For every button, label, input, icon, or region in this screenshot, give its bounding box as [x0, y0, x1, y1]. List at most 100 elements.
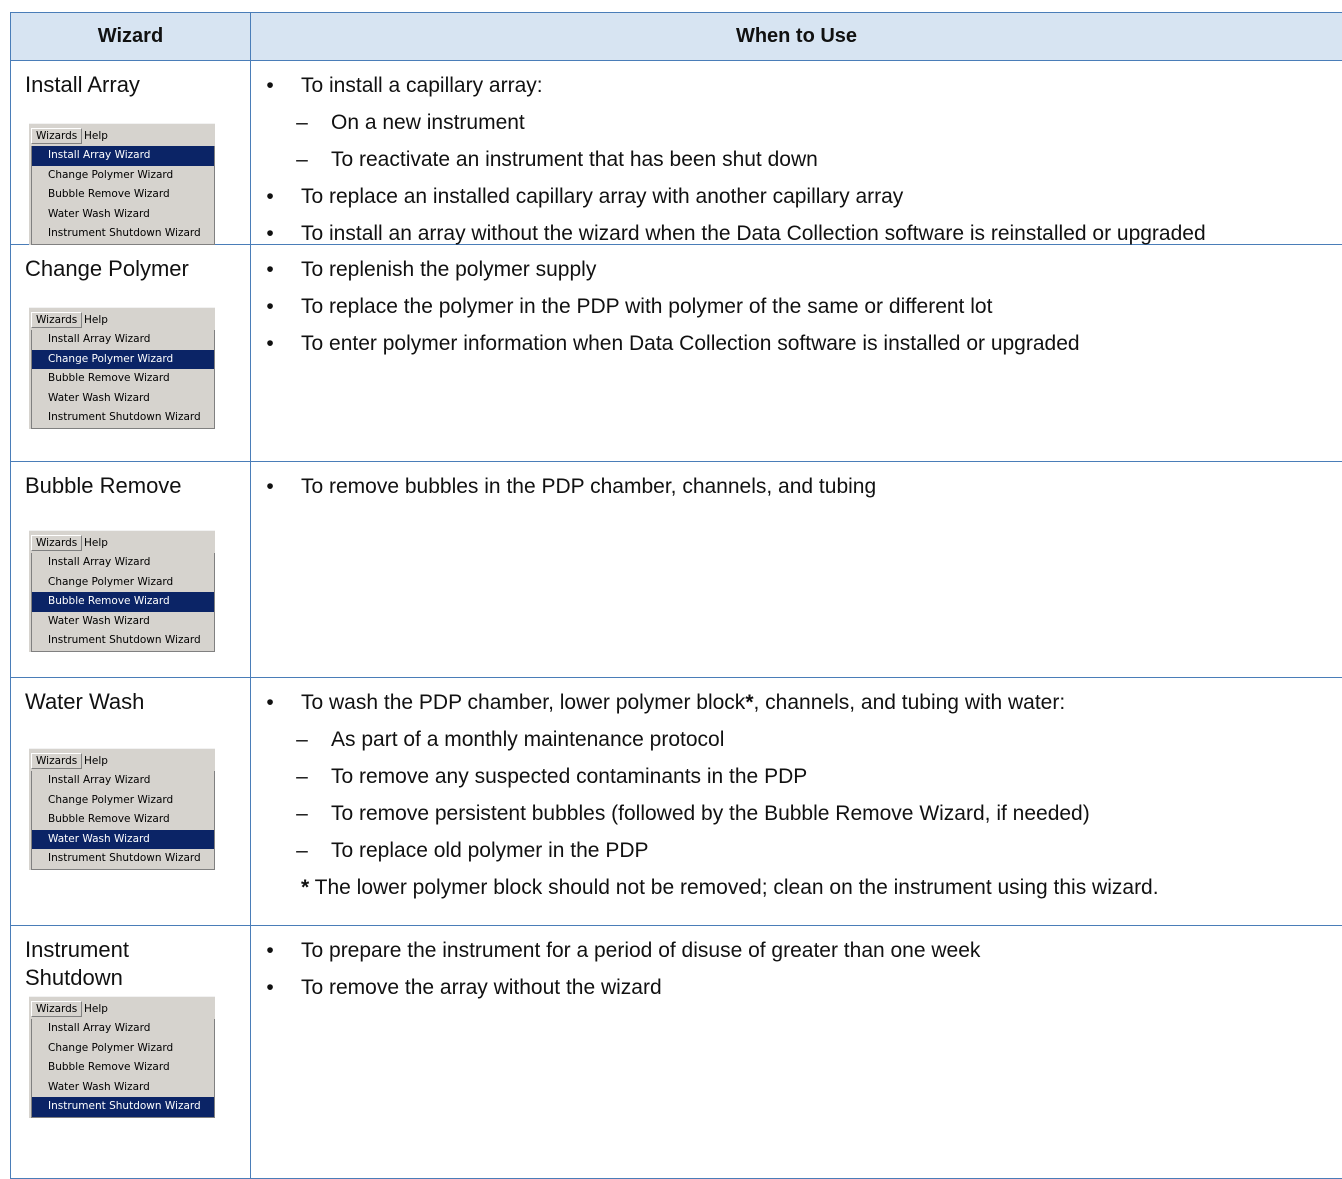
menu-dropdown: Install Array Wizard Change Polymer Wizar…: [31, 553, 215, 652]
bullet-item: • To wash the PDP chamber, lower polymer …: [266, 690, 1066, 716]
line-text: On a new instrument: [331, 111, 525, 134]
menu-item-change-polymer-wizard: Change Polymer Wizard: [48, 168, 174, 181]
menu-help: Help: [84, 314, 108, 326]
sub-bullet-item: – To remove persistent bubbles (followed …: [296, 801, 1090, 827]
menu-item-change-polymer-wizard: Change Polymer Wizard: [48, 575, 174, 588]
menu-item-change-polymer-wizard: Change Polymer Wizard: [48, 1041, 174, 1054]
menu-wizards: Wizards: [31, 312, 83, 328]
bullet-item: • To remove the array without the wizard: [266, 975, 661, 1001]
menu-wizards: Wizards: [31, 1001, 83, 1017]
bullet-icon: •: [266, 295, 274, 318]
bullet-item: • To install a capillary array:: [266, 73, 543, 99]
wizard-name: Install Array: [25, 72, 140, 97]
bullet-item: • To enter polymer information when Data …: [266, 331, 1079, 357]
bullet-icon: •: [266, 475, 274, 498]
wizards-menu-screenshot: Wizards Help Install Array Wizard Change Po…: [29, 123, 215, 245]
menu-wizards: Wizards: [31, 535, 83, 551]
menu-bar: Wizards Help: [29, 308, 215, 330]
bullet-icon: •: [266, 185, 274, 208]
wizards-menu-screenshot: Wizards Help Install Array Wizard Change Po…: [29, 530, 215, 652]
wizards-menu-screenshot: Wizards Help Install Array Wizard Change Po…: [29, 748, 215, 870]
bullet-item: • To install an array without the wizard …: [266, 221, 1206, 247]
menu-item-install-array-wizard: Install Array Wizard: [48, 333, 151, 345]
when-to-use-cell: • To install a capillary array: – On a new …: [251, 61, 1342, 247]
line-text: To wash the PDP chamber, lower polymer b…: [301, 691, 1066, 714]
menu-wizards: Wizards: [31, 128, 83, 144]
line-text: To replace an installed capillary array …: [301, 185, 904, 208]
bullet-icon: •: [266, 976, 274, 999]
dash-icon: –: [296, 802, 308, 825]
bullet-icon: •: [266, 74, 274, 97]
line-text: To install a capillary array:: [301, 74, 543, 97]
table-row: Install Array Wizards Help Install Array Wi…: [10, 61, 1342, 245]
sub-bullet-item: – On a new instrument: [296, 110, 525, 136]
bullet-item: • To remove bubbles in the PDP chamber, c…: [266, 474, 877, 500]
footnote: * The lower polymer block should not be …: [301, 875, 1159, 901]
table-row: Change Polymer Wizards Help Install Array W…: [10, 245, 1342, 462]
line-text: To install an array without the wizard w…: [301, 222, 1206, 245]
bullet-item: • To prepare the instrument for a period …: [266, 938, 980, 964]
header-wizard: Wizard: [11, 13, 251, 60]
wizard-cell: Install Array Wizards Help Install Array Wi…: [11, 61, 251, 245]
dash-icon: –: [296, 765, 308, 788]
line-text: To remove bubbles in the PDP chamber, ch…: [301, 475, 877, 498]
menu-item-bubble-remove-wizard: Bubble Remove Wizard: [32, 592, 214, 612]
wizard-cell: Water Wash Wizards Help Install Array Wizar…: [11, 678, 251, 925]
menu-bar: Wizards Help: [29, 531, 215, 553]
menu-item-instrument-shutdown-wizard: Instrument Shutdown Wizard: [48, 411, 201, 424]
bullet-item: • To replace an installed capillary array…: [266, 184, 904, 210]
bullet-icon: •: [266, 222, 274, 245]
menu-bar: Wizards Help: [29, 124, 215, 146]
sub-bullet-item: – To replace old polymer in the PDP: [296, 838, 649, 864]
menu-item-bubble-remove-wizard: Bubble Remove Wizard: [48, 372, 170, 385]
dash-icon: –: [296, 148, 308, 171]
line-text: To reactivate an instrument that has bee…: [331, 148, 818, 171]
menu-item-water-wash-wizard: Water Wash Wizard: [32, 829, 214, 850]
wizard-name: Bubble Remove: [25, 473, 182, 498]
dash-icon: –: [296, 728, 308, 751]
menu-help: Help: [84, 537, 108, 549]
menu-item-install-array-wizard: Install Array Wizard: [48, 774, 151, 786]
when-to-use-cell: • To remove bubbles in the PDP chamber, c…: [251, 462, 1342, 677]
line-text: To remove persistent bubbles (followed b…: [331, 802, 1090, 825]
line-text: To replace the polymer in the PDP with p…: [301, 295, 993, 318]
menu-dropdown: Install Array Wizard Change Polymer Wizar…: [31, 1019, 215, 1118]
menu-item-instrument-shutdown-wizard: Instrument Shutdown Wizard: [48, 852, 201, 865]
sub-bullet-item: – To reactivate an instrument that has be…: [296, 147, 818, 173]
table-row: Instrument Shutdown Wizards Help Install Ar…: [10, 926, 1342, 1179]
menu-item-install-array-wizard: Install Array Wizard: [48, 1022, 151, 1034]
wizard-cell: Instrument Shutdown Wizards Help Install Ar…: [11, 926, 251, 1178]
when-to-use-cell: • To replenish the polymer supply • To repl…: [251, 245, 1342, 461]
dash-icon: –: [296, 839, 308, 862]
bullet-icon: •: [266, 691, 274, 714]
line-text: To replenish the polymer supply: [301, 258, 597, 281]
menu-dropdown: Install Array Wizard Change Polymer Wizar…: [31, 146, 215, 245]
wizard-cell: Bubble Remove Wizards Help Install Array Wi…: [11, 462, 251, 677]
menu-bar: Wizards Help: [29, 997, 215, 1019]
menu-item-change-polymer-wizard: Change Polymer Wizard: [32, 349, 214, 370]
wizards-menu-screenshot: Wizards Help Install Array Wizard Change Po…: [29, 307, 215, 429]
bullet-icon: •: [266, 258, 274, 281]
header-when-to-use: When to Use: [735, 25, 858, 47]
bullet-item: • To replenish the polymer supply: [266, 257, 597, 283]
when-to-use-cell: • To wash the PDP chamber, lower polymer …: [251, 678, 1342, 925]
menu-item-instrument-shutdown-wizard: Instrument Shutdown Wizard: [32, 1097, 214, 1117]
menu-item-water-wash-wizard: Water Wash Wizard: [48, 391, 150, 404]
line-text: * The lower polymer block should not be …: [301, 876, 1159, 899]
wizard-name: Water Wash: [25, 689, 145, 714]
menu-item-water-wash-wizard: Water Wash Wizard: [48, 207, 150, 220]
bullet-item: • To replace the polymer in the PDP with …: [266, 294, 993, 320]
line-text: To remove any suspected contaminants in …: [331, 765, 808, 788]
line-text: As part of a monthly maintenance protoco…: [331, 728, 725, 751]
menu-help: Help: [84, 130, 108, 142]
dash-icon: –: [296, 111, 308, 134]
menu-item-bubble-remove-wizard: Bubble Remove Wizard: [48, 188, 170, 201]
wizard-name: Change Polymer: [25, 256, 189, 281]
menu-wizards: Wizards: [31, 753, 83, 769]
table-row: Bubble Remove Wizards Help Install Array Wi…: [10, 462, 1342, 678]
menu-dropdown: Install Array Wizard Change Polymer Wizar…: [31, 330, 215, 429]
menu-item-water-wash-wizard: Water Wash Wizard: [48, 614, 150, 627]
bullet-icon: •: [266, 332, 274, 355]
menu-bar: Wizards Help: [29, 749, 215, 771]
line-text: To replace old polymer in the PDP: [331, 839, 649, 862]
